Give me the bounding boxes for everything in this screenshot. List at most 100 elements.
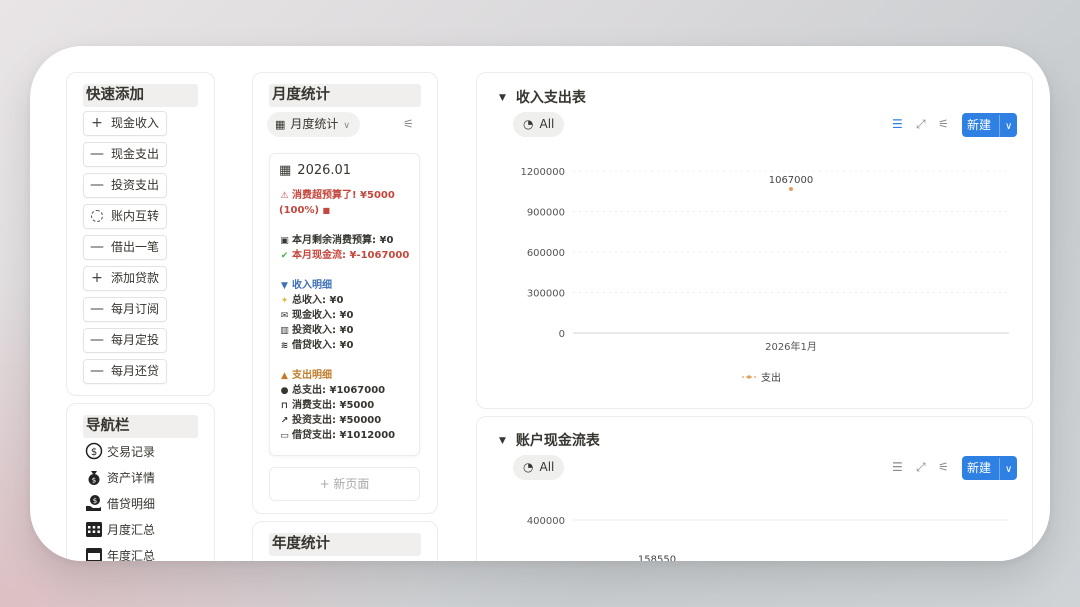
settings-sliders-icon[interactable]: ⚟ [938,460,949,474]
settings-sliders-icon[interactable]: ⚟ [403,117,414,131]
nav-item[interactable]: 月度汇总 [85,519,155,541]
quick-add-button[interactable]: — 投资支出 [83,173,168,198]
chevron-down-icon[interactable]: ∨ [999,115,1017,139]
quick-add-button[interactable]: — 借出一笔 [83,235,168,260]
quick-add-label: 添加贷款 [111,271,160,285]
nav-item-label: 借贷明细 [107,497,156,511]
envelope-money-icon: ✉ [280,311,289,321]
y-tick-label: 1200000 [520,167,565,178]
warning-icon: ⚠ [280,191,289,201]
nav-item[interactable]: 年度汇总 [85,545,155,561]
nav-item-label: 资产详情 [107,471,156,485]
new-page-button[interactable]: + 新页面 [269,467,420,501]
nav-item-label: 月度汇总 [107,523,156,537]
app-window: 快速添加 + 现金收入 — 现金支出 — 投资支出 账内互转 — 借出一笔 + 添加贷款 — 每月订阅 —… [30,46,1050,561]
new-button-label: 新建 [967,118,992,132]
x-tick-label: 2026年1月 [765,340,817,353]
expense-loan: 借贷支出: ¥1012000 [292,430,396,441]
settings-sliders-icon[interactable]: ⚟ [938,117,949,131]
cashflow-new-button[interactable]: 新建 ∨ [962,456,1018,482]
quick-add-button[interactable]: — 每月还贷 [83,359,168,384]
income-header: 收入明细 [292,280,332,291]
quick-add-button[interactable]: — 每月订阅 [83,297,168,322]
quick-add-button[interactable]: + 添加贷款 [83,266,168,291]
nav-item[interactable]: $ 资产详情 [85,467,155,489]
income-expense-card: ▼ 收入支出表 ◔ All ☰ ⤢ ⚟ 新建 ∨ 1200000 900000 60000… [476,72,1033,409]
income-total: 总收入: ¥0 [292,295,344,306]
expense-invest: 投资支出: ¥50000 [292,415,382,426]
monthly-title: 月度统计 [269,84,421,107]
quick-add-button[interactable]: + 现金收入 [83,111,168,136]
coin-cycle-icon: $ [85,442,103,460]
income-invest: 投资收入: ¥0 [292,325,354,336]
new-button-label: 新建 [967,461,992,475]
cashflow-card: ▼ 账户现金流表 ◔ All ☰ ⤢ ⚟ 新建 ∨ 400000 0 158550 500 [476,416,1033,561]
quick-add-label: 投资支出 [111,178,160,192]
collapse-triangle-icon[interactable]: ▼ [499,436,506,446]
bar-chart-icon: ▥ [280,326,289,336]
minus-icon: — [90,146,104,162]
month-entry-title: 2026.01 [297,163,352,178]
chevron-down-icon: ∨ [343,121,351,131]
money-bag-icon: ● [280,386,289,396]
income-expense-title-row[interactable]: ▼ 收入支出表 [499,87,586,107]
quick-add-label: 借出一笔 [111,240,160,254]
yearly-stats-card: 年度统计 [252,521,438,561]
income-expense-new-button[interactable]: 新建 ∨ [962,113,1018,139]
plus-icon: + [91,270,103,286]
svg-text:$: $ [91,447,97,458]
nav-item[interactable]: $ 交易记录 [85,441,155,463]
y-tick-label: 400000 [527,516,565,527]
income-cash: 现金收入: ¥0 [292,310,354,321]
filter-icon[interactable]: ☰ [892,117,903,131]
warning-text-1: 消费超预算了! ¥5000 [292,190,395,201]
income-loan: 借贷收入: ¥0 [292,340,354,351]
money-bag-icon: $ [85,468,103,486]
cashflow-title-row[interactable]: ▼ 账户现金流表 [499,430,600,450]
warning-text-2: (100%) [279,205,320,216]
quick-add-button[interactable]: — 现金支出 [83,142,168,167]
calendar-grid-icon [85,520,103,538]
quick-add-label: 每月定投 [111,333,160,347]
shopping-cart-icon: ⊓ [280,401,289,411]
filter-icon[interactable]: ☰ [892,460,903,474]
collapse-triangle-icon[interactable]: ▼ [499,93,506,103]
quick-add-button[interactable]: — 每月定投 [83,328,168,353]
sparkle-icon: ✦ [280,296,289,306]
plus-icon: + [91,115,103,131]
y-tick-label: 300000 [527,289,565,300]
minus-icon: — [90,301,104,317]
income-expense-view-tab[interactable]: ◔ All [513,112,565,137]
minus-icon: — [90,363,104,379]
alarm-icon: ■ [322,206,331,215]
outbox-icon: ▲ [281,371,288,381]
nav-item-label: 交易记录 [107,445,156,459]
month-entry-card[interactable]: ▦ 2026.01 ⚠ 消费超预算了! ¥5000 (100%) ■ ▣ 本月剩余消费… [269,153,420,456]
cashflow-title: 账户现金流表 [515,433,600,449]
yearly-title: 年度统计 [269,533,421,556]
monthly-stats-card: 月度统计 ▦ 月度统计 ∨ ⚟ ▦ 2026.01 ⚠ 消费超预算了! ¥5000 (1… [252,72,438,514]
cashflow-view-tab[interactable]: ◔ All [513,455,565,480]
check-icon: ✔ [280,251,289,261]
minus-icon: — [90,332,104,348]
monthly-view-selector[interactable]: ▦ 月度统计 ∨ [267,112,361,137]
pie-chart-icon: ◔ [523,460,534,474]
quick-add-button[interactable]: 账内互转 [83,204,168,229]
nav-card: 导航栏 $ 交易记录 $ 资产详情 $ 借贷明细 月度汇总 年度汇总 [66,403,215,561]
nav-title: 导航栏 [83,415,198,438]
quick-add-title: 快速添加 [83,84,198,107]
chevron-down-icon[interactable]: ∨ [999,458,1017,482]
trend-chart-icon: ↗ [280,416,289,426]
monthly-view-label: 月度统计 [290,117,339,131]
expand-icon[interactable]: ⤢ [916,460,926,475]
data-label: 1067000 [769,175,814,186]
nav-item-label: 年度汇总 [107,549,156,561]
quick-add-label: 现金收入 [111,116,160,130]
income-expense-chart: 1200000 900000 600000 300000 0 2026年1月 1067000… [520,167,1009,384]
flying-money-icon: ≋ [280,341,289,351]
dashed-circle-icon [91,210,103,222]
expand-icon[interactable]: ⤢ [916,117,926,132]
data-point [789,186,793,191]
quick-add-label: 每月还贷 [111,364,160,378]
nav-item[interactable]: $ 借贷明细 [85,493,155,515]
